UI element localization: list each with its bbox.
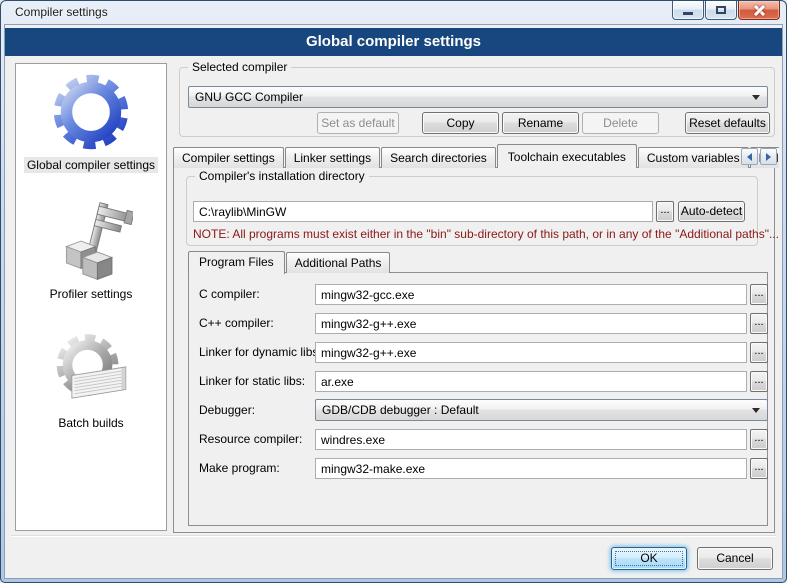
debugger-select-value: GDB/CDB debugger : Default — [322, 403, 479, 417]
installation-directory-input[interactable] — [193, 201, 653, 222]
c-compiler-input[interactable] — [315, 284, 747, 305]
tab-toolchain-executables[interactable]: Toolchain executables — [497, 144, 637, 168]
compiler-settings-window: Compiler settings Global compiler settin… — [0, 0, 787, 583]
ok-button[interactable]: OK — [611, 547, 687, 570]
tab-linker-settings[interactable]: Linker settings — [285, 147, 380, 168]
compiler-select[interactable]: GNU GCC Compiler — [188, 86, 768, 108]
resource-compiler-input[interactable] — [315, 429, 747, 450]
sidebar-item-label: Batch builds — [55, 415, 126, 431]
field-label: Linker for static libs: — [199, 374, 305, 388]
installation-note-text: NOTE: All programs must exist either in … — [193, 227, 779, 241]
chevron-left-icon — [747, 153, 752, 161]
static-linker-input[interactable] — [315, 371, 747, 392]
program-paths-tabstrip: Program Files Additional Paths — [188, 250, 391, 273]
minimize-icon — [683, 12, 693, 15]
chevron-down-icon — [752, 95, 760, 100]
tab-scroll-arrows — [739, 148, 777, 165]
tab-program-files[interactable]: Program Files — [188, 251, 285, 274]
tab-compiler-settings[interactable]: Compiler settings — [173, 147, 284, 168]
cpp-compiler-input[interactable] — [315, 313, 747, 334]
reset-defaults-button[interactable]: Reset defaults — [685, 112, 770, 134]
field-label: Debugger: — [199, 403, 255, 417]
resource-compiler-browse-button[interactable]: ... — [750, 429, 768, 450]
auto-detect-button[interactable]: Auto-detect — [678, 201, 745, 222]
static-linker-browse-button[interactable]: ... — [750, 371, 768, 392]
close-button[interactable] — [738, 1, 780, 20]
field-label: Resource compiler: — [199, 432, 302, 446]
tab-scroll-right-button[interactable] — [760, 148, 777, 165]
titlebar: Compiler settings — [1, 1, 786, 24]
field-row-resource-compiler: Resource compiler: ... — [189, 428, 767, 450]
set-as-default-button[interactable]: Set as default — [317, 112, 399, 134]
window-title: Compiler settings — [15, 5, 108, 19]
maximize-button[interactable] — [705, 1, 737, 20]
compiler-select-value: GNU GCC Compiler — [195, 90, 303, 104]
tab-custom-variables[interactable]: Custom variables — [638, 147, 749, 168]
field-row-debugger: Debugger: GDB/CDB debugger : Default — [189, 399, 767, 421]
field-label: C++ compiler: — [199, 316, 274, 330]
sidebar-item-profiler-settings[interactable]: Profiler settings — [16, 201, 166, 302]
program-files-panel: C compiler: ... C++ compiler: ... Linker… — [188, 272, 768, 526]
field-label: C compiler: — [199, 287, 260, 301]
cpp-compiler-browse-button[interactable]: ... — [750, 313, 768, 334]
gray-gear-stack-icon — [49, 332, 133, 412]
selected-compiler-group: Selected compiler GNU GCC Compiler Set a… — [179, 67, 775, 137]
sidebar-item-label: Profiler settings — [47, 286, 136, 302]
maximize-icon — [716, 6, 726, 14]
close-icon — [753, 4, 766, 17]
copy-button[interactable]: Copy — [422, 112, 499, 134]
caliper-icon — [49, 201, 133, 283]
sidebar-item-batch-builds[interactable]: Batch builds — [16, 332, 166, 431]
footer-divider — [11, 535, 776, 536]
selected-compiler-legend: Selected compiler — [188, 60, 291, 74]
settings-tabstrip: Compiler settings Linker settings Search… — [173, 143, 779, 168]
field-row-dynamic-linker: Linker for dynamic libs: ... — [189, 341, 767, 363]
rename-button[interactable]: Rename — [502, 112, 579, 134]
tab-additional-paths[interactable]: Additional Paths — [286, 252, 391, 273]
installation-directory-legend: Compiler's installation directory — [195, 169, 369, 183]
make-program-input[interactable] — [315, 458, 747, 479]
debugger-select[interactable]: GDB/CDB debugger : Default — [315, 399, 768, 421]
blue-gear-icon — [47, 70, 135, 154]
field-row-c-compiler: C compiler: ... — [189, 283, 767, 305]
toolchain-executables-panel: Compiler's installation directory ... Au… — [173, 167, 775, 533]
cancel-button[interactable]: Cancel — [697, 547, 773, 570]
sidebar-item-global-compiler-settings[interactable]: Global compiler settings — [16, 70, 166, 173]
chevron-right-icon — [766, 153, 771, 161]
field-row-static-linker: Linker for static libs: ... — [189, 370, 767, 392]
field-label: Linker for dynamic libs: — [199, 345, 322, 359]
tab-scroll-left-button[interactable] — [741, 148, 758, 165]
dynamic-linker-browse-button[interactable]: ... — [750, 342, 768, 363]
field-row-make-program: Make program: ... — [189, 457, 767, 479]
page-title: Global compiler settings — [5, 28, 782, 56]
dynamic-linker-input[interactable] — [315, 342, 747, 363]
c-compiler-browse-button[interactable]: ... — [750, 284, 768, 305]
minimize-button[interactable] — [672, 1, 704, 20]
sidebar-item-label: Global compiler settings — [24, 157, 158, 173]
installation-directory-browse-button[interactable]: ... — [656, 201, 674, 222]
delete-button[interactable]: Delete — [582, 112, 659, 134]
field-row-cpp-compiler: C++ compiler: ... — [189, 312, 767, 334]
window-controls — [671, 1, 780, 20]
settings-category-sidebar: Global compiler settings — [15, 63, 167, 531]
tab-search-directories[interactable]: Search directories — [381, 147, 496, 168]
chevron-down-icon — [752, 408, 760, 413]
installation-directory-group: Compiler's installation directory ... Au… — [186, 176, 758, 246]
dialog-body: Global compiler settings Global compiler… — [4, 24, 783, 579]
make-program-browse-button[interactable]: ... — [750, 458, 768, 479]
field-label: Make program: — [199, 461, 280, 475]
